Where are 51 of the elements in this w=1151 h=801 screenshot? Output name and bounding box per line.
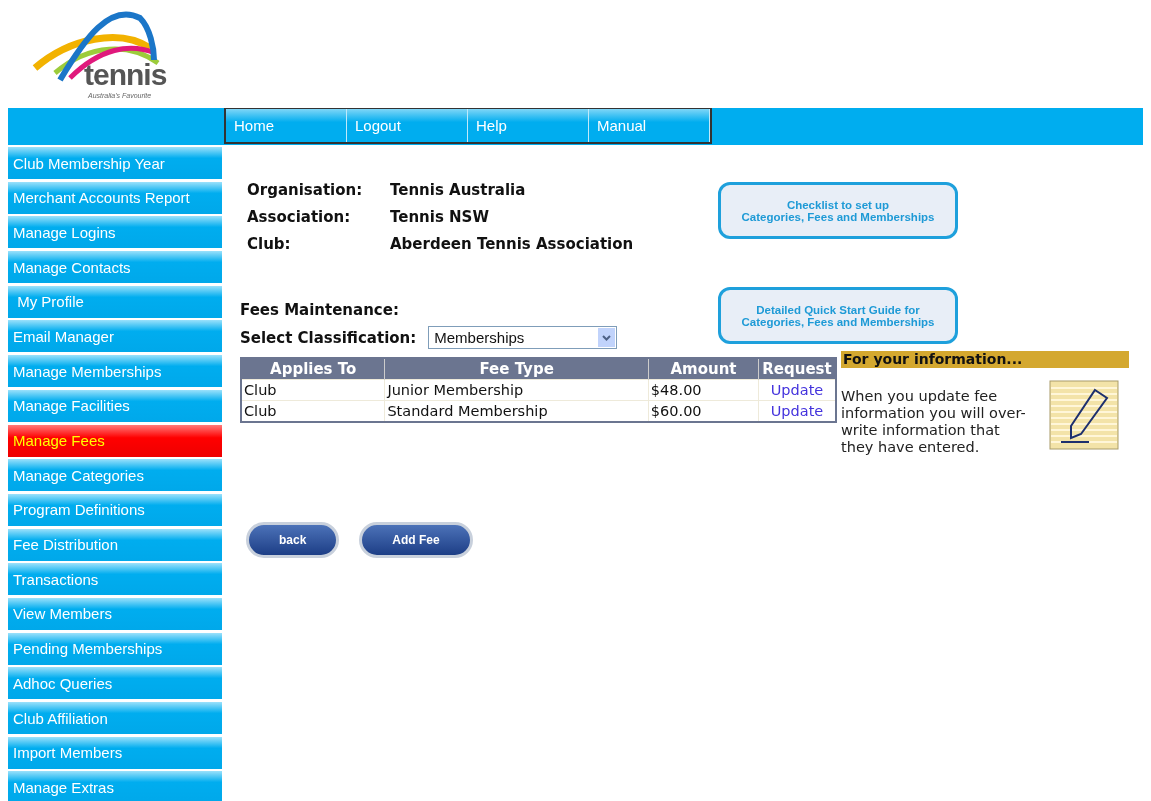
table-cell: Standard Membership <box>387 403 548 419</box>
section-title: Fees Maintenance: <box>240 301 399 319</box>
sidebar-item[interactable]: Program Definitions <box>8 493 222 526</box>
sidebar-item[interactable]: Manage Memberships <box>8 355 222 388</box>
sidebar-item[interactable]: Manage Contacts <box>8 251 222 284</box>
action-button[interactable]: Add Fee <box>359 522 473 558</box>
nav-tab[interactable]: Home <box>226 109 347 142</box>
sidebar-item[interactable]: Merchant Accounts Report <box>8 181 222 214</box>
pencil-note-icon <box>1049 380 1119 450</box>
detail-label: Club: <box>247 235 292 253</box>
table-cell: $60.00 <box>650 403 702 419</box>
sidebar-item[interactable]: Manage Categories <box>8 459 222 492</box>
sidebar-item[interactable]: Fee Distribution <box>8 528 222 561</box>
action-button[interactable]: back <box>246 522 340 558</box>
guide-link[interactable]: Checklist to set up Categories, Fees and Memberships <box>718 182 958 239</box>
guide-link[interactable]: Detailed Quick Start Guide for Categories, Fees and Memberships <box>718 287 958 344</box>
detail-value: Aberdeen Tennis Association <box>390 235 634 253</box>
detail-value: Tennis NSW <box>390 208 490 226</box>
table-cell: Club <box>244 403 277 419</box>
sidebar-item[interactable]: Manage Logins <box>8 216 222 249</box>
column-header: Request <box>758 358 836 380</box>
detail-label: Organisation: <box>247 181 364 199</box>
logo-name: tennis <box>84 58 167 92</box>
column-header: Applies To <box>241 358 385 380</box>
nav-tab[interactable]: Manual <box>589 109 710 142</box>
sidebar-item[interactable]: Pending Memberships <box>8 632 222 665</box>
table-cell: Junior Membership <box>387 382 524 398</box>
classification-select[interactable]: Memberships <box>428 326 618 349</box>
sidebar-item[interactable]: Import Members <box>8 736 222 769</box>
caret-icon <box>598 328 616 347</box>
sidebar-item[interactable]: View Members <box>8 597 222 630</box>
detail-label: Association: <box>247 208 352 226</box>
classification-label: Select Classification: <box>240 328 417 347</box>
sidebar-item[interactable]: Email Manager <box>8 320 222 353</box>
nav-tab[interactable]: Logout <box>347 109 468 142</box>
info-text: When you update fee information you will over-write information that they have entered. <box>841 388 1027 456</box>
sidebar-item[interactable]: Club Membership Year <box>8 147 222 179</box>
sidebar-item[interactable]: My Profile <box>8 285 222 318</box>
sidebar-item[interactable]: Transactions <box>8 563 222 596</box>
nav-tab[interactable]: Help <box>468 109 589 142</box>
sidebar-item[interactable]: Manage Extras <box>8 771 222 801</box>
sidebar-item[interactable]: Club Affiliation <box>8 702 222 734</box>
column-header: Fee Type <box>384 358 649 380</box>
sidebar-item[interactable]: Manage Facilities <box>8 389 222 422</box>
info-title: For your information... <box>841 351 1129 368</box>
sidebar-item[interactable]: Adhoc Queries <box>8 667 222 700</box>
sidebar-item[interactable]: Manage Fees <box>8 424 222 457</box>
table-cell: Club <box>244 382 277 398</box>
column-header: Amount <box>648 358 759 380</box>
detail-value: Tennis Australia <box>390 181 527 199</box>
table-cell: $48.00 <box>650 382 702 398</box>
